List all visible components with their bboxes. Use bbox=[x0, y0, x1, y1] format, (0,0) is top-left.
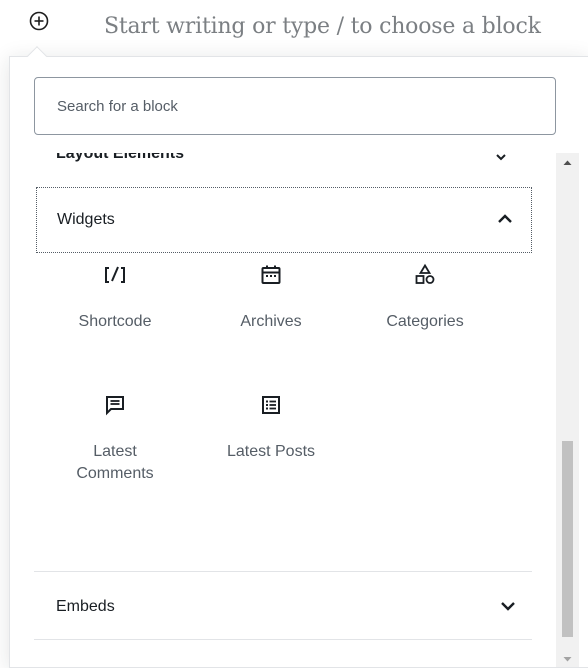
block-label: Archives bbox=[240, 313, 302, 330]
divider bbox=[34, 571, 532, 572]
panel-title: Embeds bbox=[56, 598, 115, 615]
scrollbar[interactable] bbox=[556, 153, 579, 667]
chevron-up-icon bbox=[495, 209, 515, 229]
editor-paragraph-line[interactable]: Start writing or type / to choose a bloc… bbox=[0, 0, 588, 44]
panel-embeds[interactable]: Embeds bbox=[34, 573, 532, 639]
block-inserter-popover: Layout Elements Widgets bbox=[9, 56, 588, 668]
calendar-icon bbox=[259, 263, 283, 287]
block-search-input[interactable] bbox=[34, 77, 556, 135]
panel-layout-elements[interactable]: Layout Elements bbox=[34, 153, 532, 167]
scrollbar-thumb[interactable] bbox=[562, 441, 573, 637]
block-label: Shortcode bbox=[78, 313, 152, 330]
block-categories[interactable]: Categories bbox=[360, 263, 490, 333]
block-latest-comments[interactable]: Latest Comments bbox=[50, 393, 180, 485]
block-archives[interactable]: Archives bbox=[206, 263, 336, 333]
chevron-down-icon bbox=[496, 153, 506, 161]
block-label: Latest Comments bbox=[76, 443, 154, 482]
block-shortcode[interactable]: Shortcode bbox=[50, 263, 180, 333]
block-search bbox=[34, 77, 556, 135]
panel-widgets[interactable]: Widgets bbox=[36, 187, 532, 253]
block-list: Layout Elements Widgets Shortcode Archiv… bbox=[10, 153, 556, 667]
scroll-down-arrow-icon[interactable] bbox=[556, 649, 579, 667]
block-label: Latest Posts bbox=[226, 443, 316, 460]
editor-placeholder[interactable]: Start writing or type / to choose a bloc… bbox=[104, 14, 541, 39]
chevron-down-icon bbox=[498, 596, 518, 616]
panel-title: Widgets bbox=[57, 211, 115, 228]
comment-icon bbox=[103, 393, 127, 417]
block-latest-posts[interactable]: Latest Posts bbox=[206, 393, 336, 463]
plus-circle-icon[interactable] bbox=[27, 9, 51, 33]
list-icon bbox=[259, 393, 283, 417]
divider bbox=[34, 639, 532, 640]
block-label: Categories bbox=[386, 313, 464, 330]
categories-icon bbox=[413, 263, 437, 287]
panel-title: Layout Elements bbox=[56, 153, 185, 162]
shortcode-icon bbox=[103, 263, 127, 287]
scroll-up-arrow-icon[interactable] bbox=[556, 153, 579, 173]
